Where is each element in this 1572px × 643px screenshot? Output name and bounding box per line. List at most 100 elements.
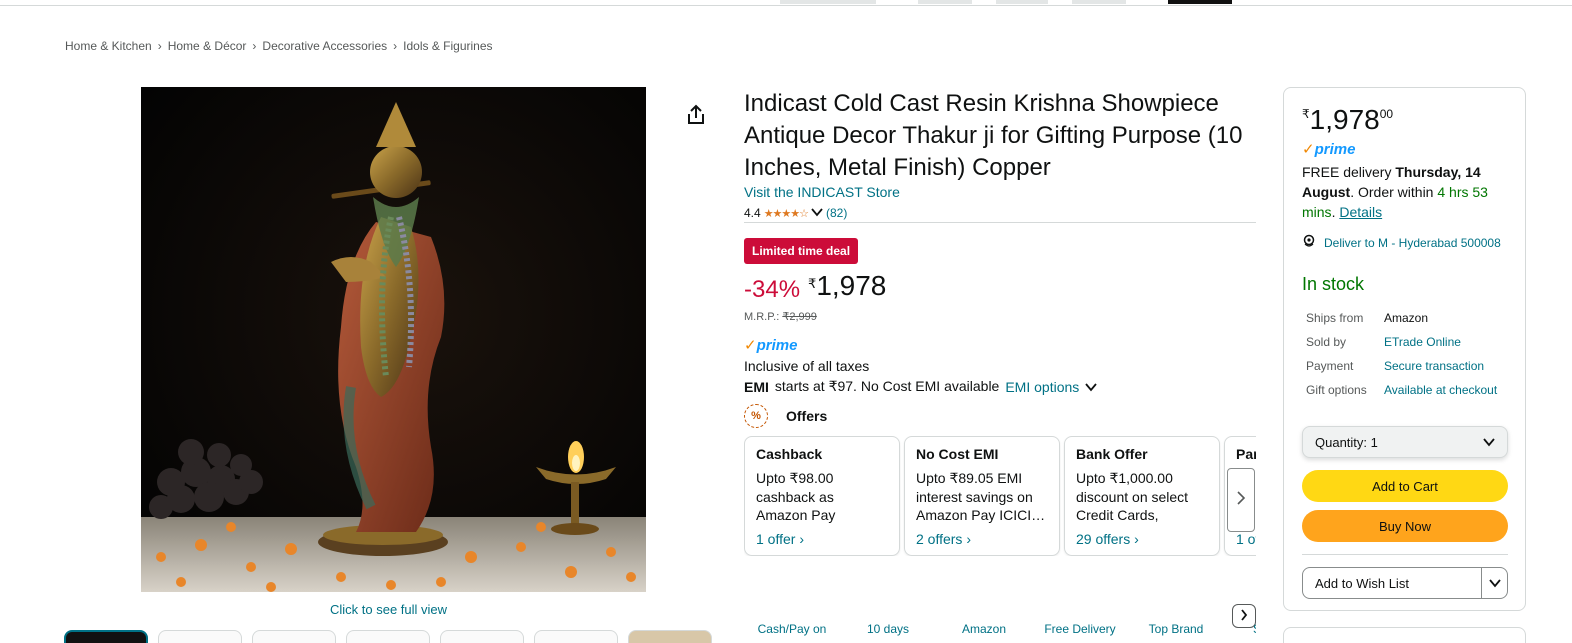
info-key: Sold by: [1306, 335, 1347, 349]
offer-card[interactable]: Bank Offer Upto ₹1,000.00 discount on se…: [1064, 436, 1220, 556]
chevron-down-icon[interactable]: [1085, 379, 1097, 395]
emi-row: EMI starts at ₹97. No Cost EMI available…: [744, 378, 1097, 395]
price-fraction: 00: [1379, 107, 1394, 121]
top-nav-strip: [0, 0, 1572, 6]
payment-link[interactable]: Secure transaction: [1384, 359, 1484, 373]
offers-next-button[interactable]: [1227, 468, 1255, 532]
offer-more-link[interactable]: 1 offer ›: [1236, 531, 1256, 547]
breadcrumb-decorative-accessories[interactable]: Decorative Accessories: [262, 39, 387, 53]
breadcrumb-separator: ›: [393, 39, 398, 53]
discount-percent: -34%: [744, 276, 801, 303]
nav-strip-segment: [1072, 0, 1126, 4]
offer-title: No Cost EMI: [916, 446, 999, 462]
prime-check-icon: ✓: [1302, 141, 1315, 158]
emi-text: starts at ₹97. No Cost EMI available: [774, 378, 1000, 394]
thumbnail-image[interactable]: [628, 630, 712, 643]
features-strip: Cash/Pay on 10 days Amazon Free Delivery…: [744, 622, 1256, 642]
buy-now-button[interactable]: Buy Now: [1302, 510, 1508, 542]
breadcrumb: Home & Kitchen › Home & Décor › Decorati…: [65, 39, 493, 53]
info-key: Ships from: [1306, 311, 1364, 325]
currency-symbol: ₹: [808, 276, 817, 291]
quantity-value: 1: [1370, 434, 1378, 450]
breadcrumb-home-kitchen[interactable]: Home & Kitchen: [65, 39, 152, 53]
info-key: Gift options: [1306, 383, 1367, 397]
offer-title: Cashback: [756, 446, 823, 462]
quantity-label: Quantity:: [1315, 434, 1368, 450]
deal-badge: Limited time deal: [744, 238, 859, 264]
prime-check-icon: ✓: [744, 337, 757, 354]
chevron-down-icon: [1483, 435, 1495, 450]
product-title: Indicast Cold Cast Resin Krishna Showpie…: [744, 90, 1243, 181]
offer-more-link[interactable]: 2 offers ›: [916, 531, 1048, 547]
divider: [1302, 554, 1508, 555]
thumbnail-image[interactable]: [158, 630, 242, 643]
store-link[interactable]: Visit the INDICAST Store: [744, 184, 900, 200]
buybox-price: ₹ 1,978 00: [1302, 104, 1393, 136]
wishlist-control: Add to Wish List: [1302, 567, 1508, 599]
offer-card[interactable]: No Cost EMI Upto ₹89.05 EMI interest sav…: [904, 436, 1060, 556]
thumbnail-image[interactable]: [346, 630, 430, 643]
feature-label[interactable]: Top Brand: [1128, 622, 1224, 642]
offer-text: Upto ₹98.00 cashback as Amazon Pay Balan…: [756, 470, 836, 523]
wishlist-dropdown-button[interactable]: [1481, 568, 1507, 598]
buy-box: ₹ 1,978 00 ✓prime FREE delivery Thursday…: [1283, 87, 1526, 611]
feature-label[interactable]: Secure: [1224, 622, 1256, 642]
offer-more-link[interactable]: 29 offers ›: [1076, 531, 1208, 547]
offer-text: Upto ₹89.05 EMI interest savings on Amaz…: [916, 470, 1046, 523]
nav-strip-segment: [1168, 0, 1232, 4]
share-icon[interactable]: [684, 103, 708, 127]
full-view-link[interactable]: Click to see full view: [330, 602, 447, 617]
info-row: Payment Secure transaction: [1306, 354, 1497, 378]
taxes-note: Inclusive of all taxes: [744, 358, 870, 374]
quantity-select[interactable]: Quantity: 1: [1302, 426, 1508, 458]
delivery-prefix: FREE delivery: [1302, 164, 1392, 180]
info-row: Ships from Amazon: [1306, 306, 1497, 330]
offer-title: Partner Offers: [1236, 446, 1256, 462]
thumbnail-strip: [64, 630, 712, 643]
krishna-statue-image: [141, 87, 646, 592]
thumbnail-image[interactable]: [252, 630, 336, 643]
add-to-cart-button[interactable]: Add to Cart: [1302, 470, 1508, 502]
info-row: Gift options Available at checkout: [1306, 378, 1497, 402]
delivery-details-link[interactable]: Details: [1339, 204, 1382, 220]
seller-info-table: Ships from Amazon Sold by ETrade Online …: [1306, 306, 1497, 402]
seller-link[interactable]: ETrade Online: [1384, 335, 1461, 349]
product-main-image[interactable]: [141, 87, 646, 592]
breadcrumb-home-decor[interactable]: Home & Décor: [168, 39, 247, 53]
emi-bold: EMI: [744, 378, 769, 395]
nav-strip-segment: [918, 0, 972, 4]
feature-label[interactable]: Free Delivery: [1032, 622, 1128, 642]
add-to-wishlist-button[interactable]: Add to Wish List: [1303, 568, 1481, 598]
star-rating-icon[interactable]: ★★★★☆: [764, 207, 809, 220]
location-pin-icon: [1302, 234, 1316, 251]
offer-title: Bank Offer: [1076, 446, 1148, 462]
price-row: -34% ₹ 1,978: [744, 270, 886, 304]
chevron-right-icon: [1236, 490, 1246, 510]
order-within: . Order within: [1350, 184, 1434, 200]
feature-label[interactable]: Amazon: [936, 622, 1032, 642]
offer-card[interactable]: Cashback Upto ₹98.00 cashback as Amazon …: [744, 436, 900, 556]
feature-label[interactable]: Cash/Pay on: [744, 622, 840, 642]
offer-text: Upto ₹1,000.00 discount on select Credit…: [1076, 470, 1189, 523]
chevron-down-icon[interactable]: [811, 206, 823, 220]
breadcrumb-idols-figurines[interactable]: Idols & Figurines: [403, 39, 492, 53]
prime-badge: ✓prime: [1302, 140, 1355, 158]
offer-more-link[interactable]: 1 offer ›: [756, 531, 888, 547]
rating-count-link[interactable]: (82): [826, 206, 847, 220]
rating-row: 4.4 ★★★★☆ (82): [744, 206, 847, 220]
thumbnail-image[interactable]: [534, 630, 618, 643]
nav-strip-segment: [780, 0, 876, 4]
delivery-info: FREE delivery Thursday, 14 August. Order…: [1302, 164, 1488, 220]
mrp: M.R.P.: ₹2,999: [744, 310, 817, 323]
feature-label[interactable]: 10 days: [840, 622, 936, 642]
rating-value: 4.4: [744, 206, 761, 220]
prime-label: prime: [1314, 141, 1356, 158]
gift-options-link[interactable]: Available at checkout: [1384, 383, 1497, 397]
deliver-to-link[interactable]: Deliver to M - Hyderabad 500008: [1302, 234, 1501, 251]
divider: [744, 222, 1256, 223]
prime-badge: ✓prime: [744, 336, 797, 354]
emi-options-link[interactable]: EMI options: [1005, 379, 1079, 395]
thumbnail-image[interactable]: [440, 630, 524, 643]
thumbnail-image[interactable]: [64, 630, 148, 643]
prime-label: prime: [756, 337, 798, 354]
